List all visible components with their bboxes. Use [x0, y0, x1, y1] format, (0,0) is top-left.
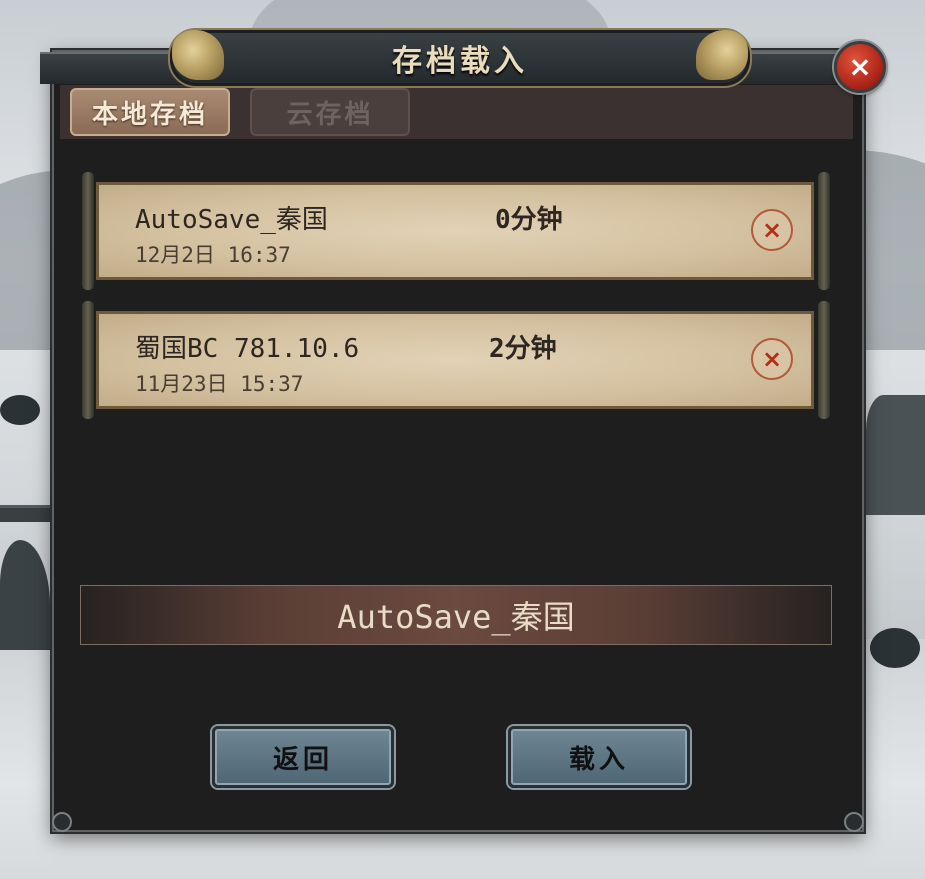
- save-name: AutoSave_秦国: [135, 205, 328, 235]
- scroll-rod: [818, 172, 830, 290]
- back-button[interactable]: 返回: [212, 726, 394, 788]
- delete-icon: ×: [761, 345, 783, 373]
- save-slot-paper: 蜀国BC 781.10.6 11月23日 15:37 2分钟 ×: [96, 311, 814, 409]
- load-button-label: 载入: [568, 744, 629, 775]
- scroll-rod: [82, 301, 94, 419]
- scroll-rod: [82, 172, 94, 290]
- dragon-ornament-right-icon: [696, 30, 748, 80]
- delete-save-button[interactable]: ×: [751, 338, 793, 380]
- save-duration: 2分钟: [489, 334, 557, 364]
- save-name: 蜀国BC 781.10.6: [135, 334, 360, 364]
- tab-local-saves[interactable]: 本地存档: [70, 88, 230, 136]
- save-slot-paper: AutoSave_秦国 12月2日 16:37 0分钟 ×: [96, 182, 814, 280]
- save-slot[interactable]: 蜀国BC 781.10.6 11月23日 15:37 2分钟 ×: [82, 301, 830, 419]
- corner-ornament: [52, 812, 72, 832]
- close-button[interactable]: ×: [834, 41, 886, 93]
- title-plate: 存档载入: [168, 28, 752, 88]
- delete-icon: ×: [761, 216, 783, 244]
- save-time: 11月23日 15:37: [135, 372, 304, 396]
- save-time: 12月2日 16:37: [135, 243, 291, 267]
- dialog-title: 存档载入: [392, 44, 528, 79]
- delete-save-button[interactable]: ×: [751, 209, 793, 251]
- save-duration: 0分钟: [495, 205, 563, 235]
- title-wing-left: [40, 52, 180, 84]
- tab-label: 本地存档: [91, 99, 208, 130]
- load-button[interactable]: 载入: [508, 726, 690, 788]
- save-load-dialog: [52, 50, 864, 832]
- selected-save-banner: AutoSave_秦国: [80, 585, 832, 645]
- back-button-label: 返回: [272, 744, 333, 775]
- close-icon: ×: [848, 50, 872, 83]
- corner-ornament: [844, 812, 864, 832]
- tab-label: 云存档: [286, 99, 374, 130]
- scroll-rod: [818, 301, 830, 419]
- tab-cloud-saves[interactable]: 云存档: [250, 88, 410, 136]
- save-slot[interactable]: AutoSave_秦国 12月2日 16:37 0分钟 ×: [82, 172, 830, 290]
- selected-save-name: AutoSave_秦国: [337, 598, 575, 636]
